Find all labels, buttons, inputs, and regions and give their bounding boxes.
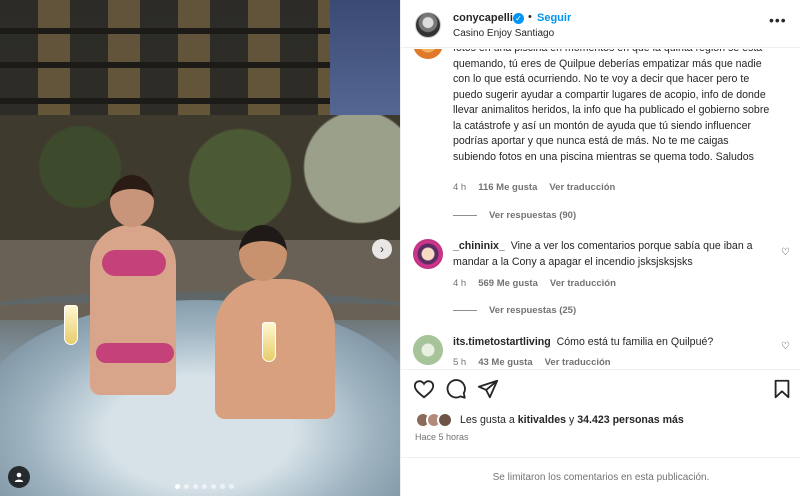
- comment-time: 5 h: [453, 357, 467, 368]
- post-actions: Les gusta a kitivaldes y 34.423 personas…: [401, 369, 800, 457]
- bikini-top: [102, 250, 166, 276]
- comment-meta: 5 h 43 Me gusta Ver traducción: [453, 357, 611, 368]
- comment-body: its.timetostartliving Cómo está tu famil…: [453, 335, 773, 351]
- translate-link[interactable]: Ver traducción: [549, 182, 615, 193]
- commenter-avatar[interactable]: [413, 239, 443, 269]
- carousel-dot: [193, 484, 198, 489]
- replies-line: [453, 310, 477, 311]
- post-photo: ›: [0, 0, 400, 496]
- bikini-bottom: [96, 343, 174, 363]
- comments-limited-notice: Se limitaron los comentarios en esta pub…: [401, 457, 800, 496]
- translate-link[interactable]: Ver traducción: [550, 278, 616, 289]
- person-head: [110, 175, 154, 227]
- chevron-right-icon: ›: [380, 242, 384, 256]
- post-time: Hace 5 horas: [415, 432, 469, 442]
- more-options-icon[interactable]: •••: [769, 12, 787, 28]
- comment-time: 4 h: [453, 278, 467, 289]
- person-man: [215, 225, 355, 425]
- separator-dot: •: [528, 11, 532, 23]
- likes-summary[interactable]: Les gusta a kitivaldes y 34.423 personas…: [415, 412, 684, 428]
- likes-middle: y: [568, 414, 575, 426]
- replies-line: [453, 215, 477, 216]
- comment-meta: 4 h 116 Me gusta Ver traducción: [453, 182, 615, 193]
- comment-time: 4 h: [453, 182, 467, 193]
- building-floor: [0, 98, 350, 104]
- comment-likes[interactable]: 569 Me gusta: [478, 278, 538, 289]
- carousel-dot: [229, 484, 234, 489]
- likes-text: Les gusta a kitivaldes y 34.423 personas…: [460, 414, 684, 426]
- commenter-avatar[interactable]: [413, 335, 443, 365]
- person-head: [239, 225, 287, 281]
- tagged-users-button[interactable]: [8, 466, 30, 488]
- comment-username[interactable]: its.timetostartliving: [453, 336, 551, 348]
- carousel-dot: [220, 484, 225, 489]
- commenter-avatar[interactable]: [413, 49, 443, 59]
- view-replies-label: Ver respuestas (90): [489, 210, 577, 221]
- carousel-next-button[interactable]: ›: [372, 239, 392, 259]
- like-comment-heart-icon[interactable]: ♡: [781, 247, 790, 258]
- avatar[interactable]: [415, 12, 441, 38]
- view-replies-label: Ver respuestas (25): [489, 305, 577, 316]
- comment-likes[interactable]: 116 Me gusta: [478, 182, 537, 193]
- user-icon: [14, 472, 24, 482]
- carousel-dot: [202, 484, 207, 489]
- building-floor: [0, 28, 350, 34]
- like-comment-heart-icon[interactable]: ♡: [781, 341, 790, 352]
- view-replies-button[interactable]: Ver respuestas (25): [453, 305, 576, 316]
- likes-prefix: Les gusta a: [460, 414, 515, 426]
- carousel-indicator: [175, 484, 234, 489]
- post-username[interactable]: conycapelli: [453, 12, 513, 24]
- comment-username[interactable]: _chininix_: [453, 240, 505, 252]
- post-header: conycapelli ✓ • Seguir Casino Enjoy Sant…: [401, 0, 800, 48]
- champagne-glass: [64, 305, 78, 345]
- heart-icon[interactable]: [413, 378, 435, 400]
- verified-badge-icon: ✓: [513, 13, 524, 24]
- comments-list[interactable]: fotos en una piscina en momentos en que …: [401, 49, 800, 369]
- likes-count[interactable]: 34.423 personas más: [577, 414, 684, 426]
- comment-text: fotos en una piscina en momentos en que …: [453, 49, 770, 163]
- view-replies-button[interactable]: Ver respuestas (90): [453, 210, 576, 221]
- comment-text: Cómo está tu familia en Quilpué?: [556, 336, 714, 348]
- liker-avatar: [437, 412, 453, 428]
- liker-username[interactable]: kitivaldes: [518, 414, 566, 426]
- champagne-glass: [262, 322, 276, 362]
- comment-icon[interactable]: [445, 378, 467, 400]
- comment-meta: 4 h 569 Me gusta Ver traducción: [453, 278, 616, 289]
- carousel-dot: [175, 484, 180, 489]
- post-location[interactable]: Casino Enjoy Santiago: [453, 28, 554, 39]
- carousel-dot: [184, 484, 189, 489]
- building-floor: [0, 62, 350, 68]
- carousel-dot: [211, 484, 216, 489]
- send-icon[interactable]: [477, 378, 499, 400]
- person-woman: [70, 175, 190, 395]
- comment-body: _chininix_ Vine a ver los comentarios po…: [453, 239, 773, 270]
- bookmark-icon[interactable]: [771, 378, 793, 400]
- follow-button[interactable]: Seguir: [537, 12, 571, 24]
- comment-likes[interactable]: 43 Me gusta: [478, 357, 532, 368]
- post-panel: conycapelli ✓ • Seguir Casino Enjoy Sant…: [400, 0, 800, 496]
- translate-link[interactable]: Ver traducción: [545, 357, 611, 368]
